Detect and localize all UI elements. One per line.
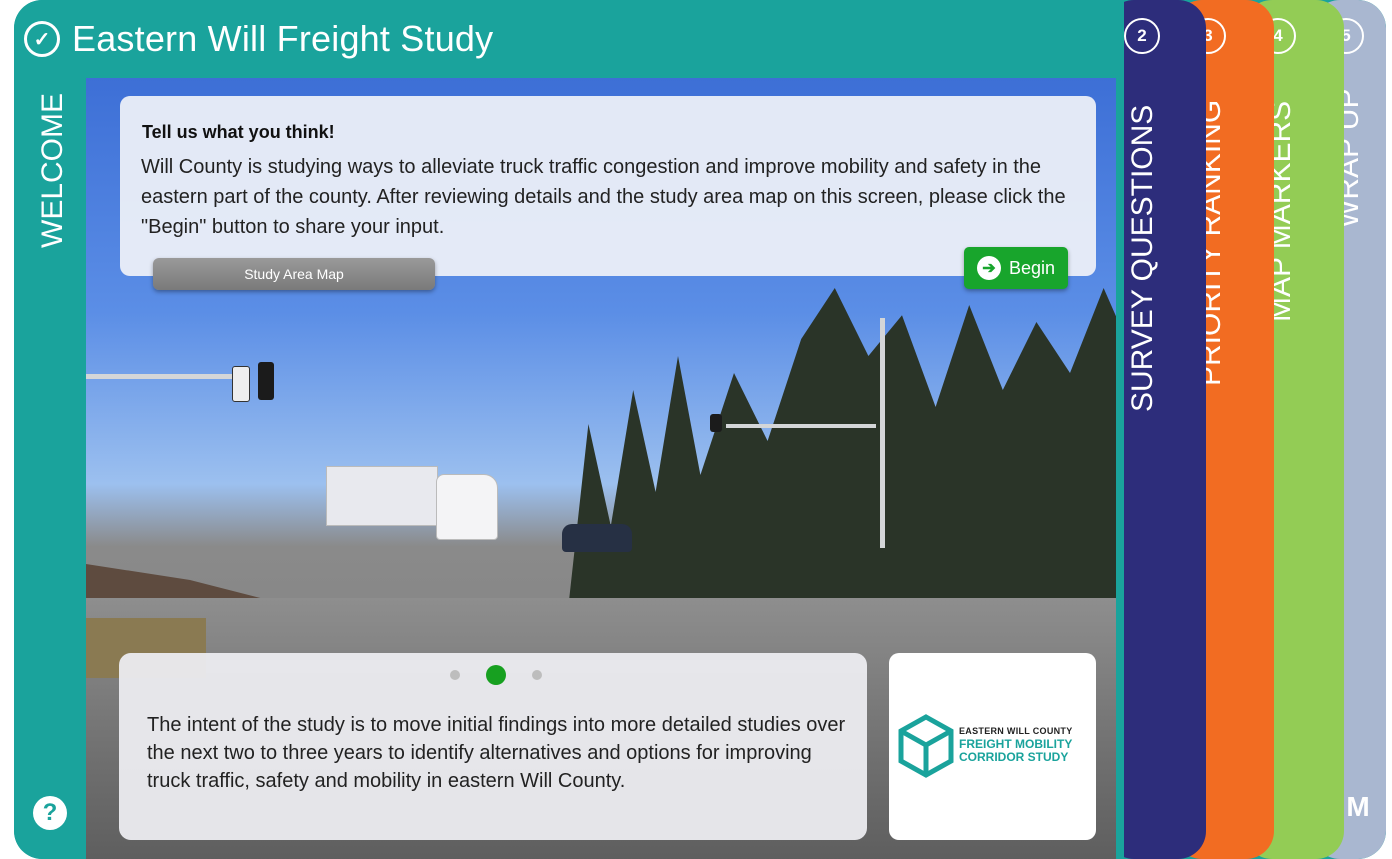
traffic-signal-icon: [258, 362, 274, 400]
cube-arrows-icon: [898, 714, 954, 778]
help-icon[interactable]: ?: [33, 796, 67, 830]
signal-arm: [86, 374, 236, 379]
study-logo: EASTERN WILL COUNTY FREIGHT MOBILITY COR…: [889, 653, 1096, 840]
carousel-dot-active[interactable]: [486, 665, 506, 685]
carousel-dots: [450, 665, 542, 685]
check-icon: ✓: [24, 21, 60, 57]
logo-line-1: EASTERN WILL COUNTY: [959, 726, 1073, 736]
carousel-card: The intent of the study is to move initi…: [119, 653, 867, 840]
page-title: Eastern Will Freight Study: [72, 18, 494, 59]
welcome-panel: ✓ Eastern Will Freight Study WELCOME ? T…: [14, 0, 1124, 859]
trees-image: [566, 288, 1116, 628]
arrow-right-icon: ➔: [976, 256, 1001, 280]
truck-cab: [436, 474, 498, 540]
signal-arm: [726, 424, 876, 428]
road-sign-icon: [232, 366, 250, 402]
logo-line-2: FREIGHT MOBILITY: [959, 737, 1073, 751]
begin-label: Begin: [1008, 257, 1056, 278]
traffic-signal-icon: [710, 414, 722, 432]
tab-number: 2: [1124, 18, 1160, 54]
info-card: Tell us what you think! Will County is s…: [120, 96, 1096, 276]
begin-button[interactable]: ➔ Begin: [964, 247, 1068, 289]
truck-trailer: [326, 466, 438, 526]
car-image: [562, 524, 632, 552]
carousel-dot[interactable]: [532, 670, 542, 680]
app-frame: 5 WRAP UP 4 MAP MARKERS 3 PRIORITY RANKI…: [14, 0, 1386, 859]
carousel-dot[interactable]: [450, 670, 460, 680]
title-bar: ✓ Eastern Will Freight Study: [24, 14, 493, 64]
carousel-text: The intent of the study is to move initi…: [147, 714, 846, 792]
info-body: Will County is studying ways to alleviat…: [141, 156, 1066, 238]
welcome-label: WELCOME: [36, 92, 69, 248]
light-pole: [880, 318, 885, 548]
logo-line-3: CORRIDOR STUDY: [959, 750, 1069, 764]
study-area-map-button[interactable]: Study Area Map: [153, 258, 435, 290]
metroquest-logo-icon[interactable]: M: [1341, 790, 1375, 824]
info-heading: Tell us what you think!: [142, 122, 335, 142]
tab-label: SURVEY QUESTIONS: [1126, 104, 1159, 412]
